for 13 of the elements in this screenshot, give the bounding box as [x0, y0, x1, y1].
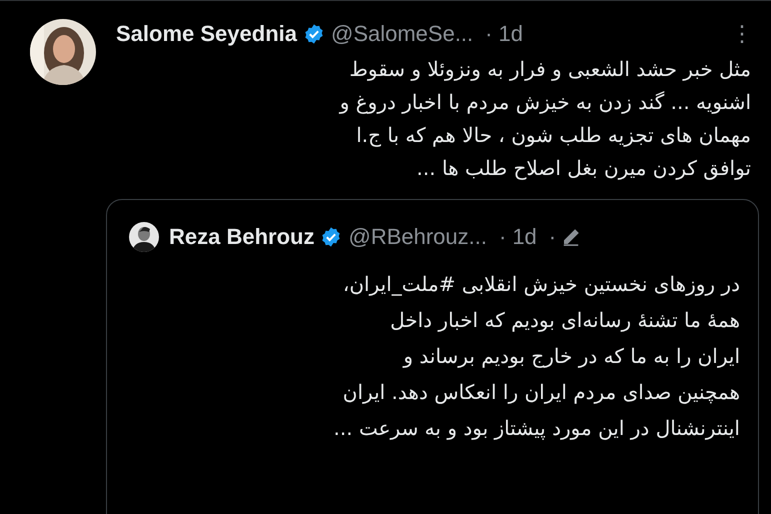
author-name[interactable]: Salome Seyednia: [116, 21, 297, 47]
more-options-button[interactable]: ⋮: [725, 22, 759, 46]
separator-dot: ·: [498, 224, 506, 250]
quoted-tweet-text: در روزهای نخستین خیزش انقلابی #ملت_ایران، همهٔ ما تشنهٔ رسانه‌ای بودیم که اخبار داخل ایران را به ما که در خارج بودیم برساند و همچنین صدای مردم ایران را انعکاس دهد. ایران اینترنشنال در این مورد پیشتاز بود و به سرعت ...: [332, 271, 740, 442]
separator-dot: ·: [485, 21, 492, 47]
tweet-text: مثل خبر حشد الشعبی و فرار به ونزوئلا و سقوط اشنویه ... گند زدن به خیزش مردم با اخبار دروغ و مهمان های تجزیه طلب شون ، حالا هم که با ج.ا توافق کردن میرن بغل اصلاح طلب ها ...: [338, 56, 751, 182]
timestamp[interactable]: 1d: [512, 224, 537, 250]
user-handle[interactable]: @RBehrouz...: [348, 224, 487, 250]
separator-dot: ·: [548, 224, 556, 250]
author-name[interactable]: Reza Behrouz: [169, 224, 314, 250]
user-handle[interactable]: @SalomeSe...: [330, 21, 474, 47]
quoted-tweet-card[interactable]: [106, 199, 759, 514]
timestamp[interactable]: 1d: [498, 21, 523, 47]
